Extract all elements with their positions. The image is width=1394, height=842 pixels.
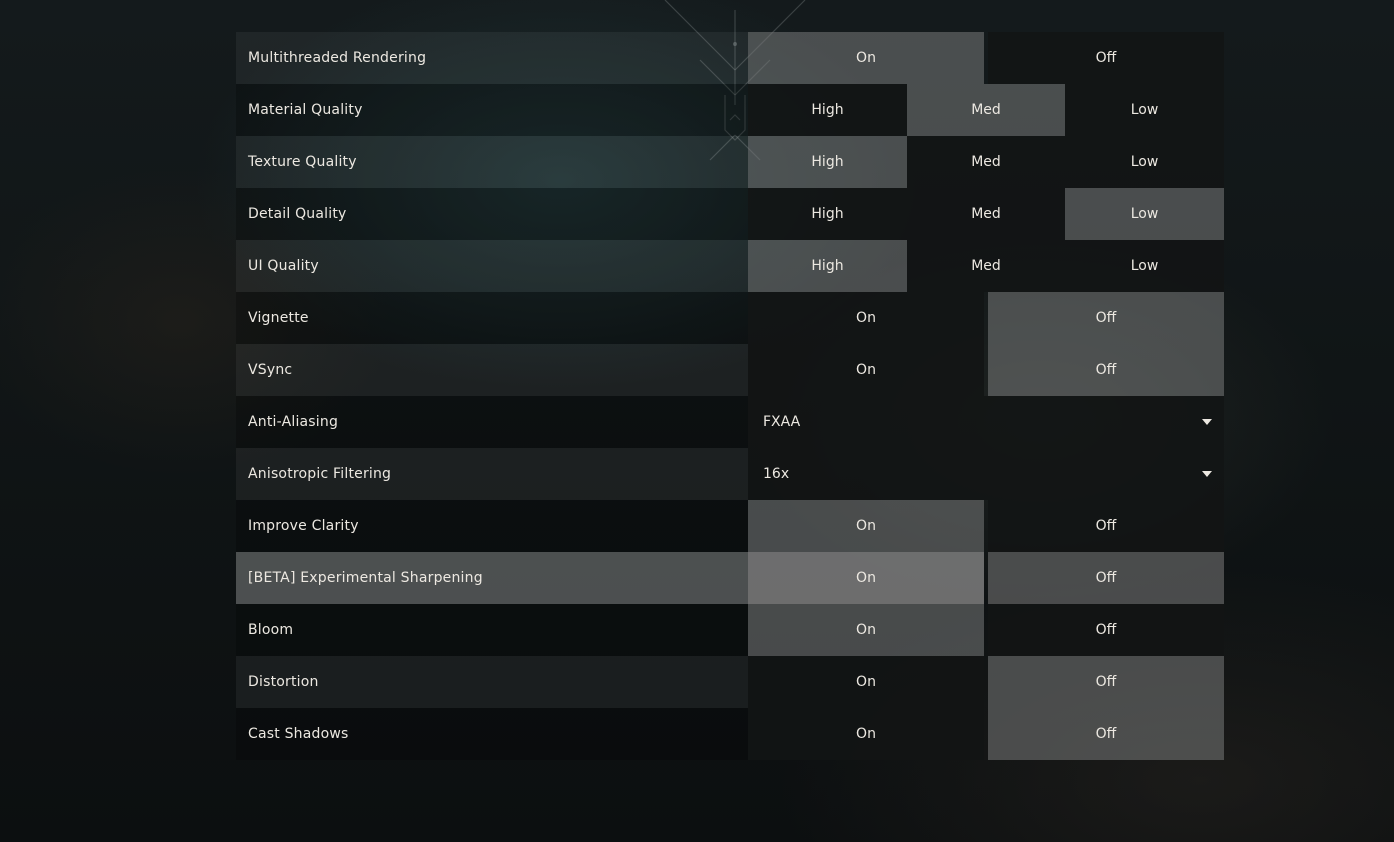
setting-label: Texture Quality [236,136,748,188]
anisotropic-filtering-dropdown[interactable]: 16x [748,448,1224,500]
setting-label: Detail Quality [236,188,748,240]
option-high[interactable]: High [748,240,907,292]
option-off[interactable]: Off [988,604,1224,656]
setting-label: Distortion [236,656,748,708]
option-off[interactable]: Off [988,500,1224,552]
setting-label: [BETA] Experimental Sharpening [236,552,748,604]
option-off[interactable]: Off [988,344,1224,396]
setting-row-material-quality: Material Quality High Med Low [236,84,1224,136]
option-on[interactable]: On [748,32,984,84]
quality-selector: High Med Low [748,136,1224,188]
setting-label: Improve Clarity [236,500,748,552]
dropdown-value: 16x [763,466,790,482]
quality-selector: High Med Low [748,240,1224,292]
chevron-down-icon [1202,471,1212,477]
option-high[interactable]: High [748,136,907,188]
setting-row-vignette: Vignette On Off [236,292,1224,344]
dropdown-value: FXAA [763,414,801,430]
option-on[interactable]: On [748,656,984,708]
quality-selector: High Med Low [748,84,1224,136]
option-med[interactable]: Med [907,240,1065,292]
setting-label: Multithreaded Rendering [236,32,748,84]
option-on[interactable]: On [748,552,984,604]
setting-row-anti-aliasing: Anti-Aliasing FXAA [236,396,1224,448]
option-off[interactable]: Off [988,656,1224,708]
setting-label: Anisotropic Filtering [236,448,748,500]
option-on[interactable]: On [748,344,984,396]
option-off[interactable]: Off [988,292,1224,344]
option-med[interactable]: Med [907,84,1065,136]
toggle-group: On Off [748,708,1224,760]
anti-aliasing-dropdown[interactable]: FXAA [748,396,1224,448]
toggle-group: On Off [748,32,1224,84]
video-settings-list: Multithreaded Rendering On Off Material … [236,32,1224,760]
option-on[interactable]: On [748,500,984,552]
setting-row-anisotropic-filtering: Anisotropic Filtering 16x [236,448,1224,500]
toggle-group: On Off [748,344,1224,396]
option-low[interactable]: Low [1065,136,1224,188]
setting-label: Vignette [236,292,748,344]
toggle-group: On Off [748,604,1224,656]
option-med[interactable]: Med [907,136,1065,188]
setting-label: UI Quality [236,240,748,292]
chevron-down-icon [1202,419,1212,425]
option-low[interactable]: Low [1065,188,1224,240]
toggle-group: On Off [748,292,1224,344]
setting-row-experimental-sharpening: [BETA] Experimental Sharpening On Off [236,552,1224,604]
setting-label: Bloom [236,604,748,656]
option-off[interactable]: Off [988,32,1224,84]
toggle-group: On Off [748,552,1224,604]
setting-row-improve-clarity: Improve Clarity On Off [236,500,1224,552]
option-off[interactable]: Off [988,552,1224,604]
setting-row-vsync: VSync On Off [236,344,1224,396]
option-on[interactable]: On [748,292,984,344]
setting-row-multithreaded-rendering: Multithreaded Rendering On Off [236,32,1224,84]
setting-row-distortion: Distortion On Off [236,656,1224,708]
option-off[interactable]: Off [988,708,1224,760]
option-high[interactable]: High [748,188,907,240]
toggle-group: On Off [748,500,1224,552]
setting-label: Anti-Aliasing [236,396,748,448]
quality-selector: High Med Low [748,188,1224,240]
option-high[interactable]: High [748,84,907,136]
dropdown-control: 16x [748,448,1224,500]
setting-row-detail-quality: Detail Quality High Med Low [236,188,1224,240]
setting-row-texture-quality: Texture Quality High Med Low [236,136,1224,188]
setting-label: Material Quality [236,84,748,136]
option-med[interactable]: Med [907,188,1065,240]
option-low[interactable]: Low [1065,240,1224,292]
setting-label: Cast Shadows [236,708,748,760]
setting-label: VSync [236,344,748,396]
option-on[interactable]: On [748,708,984,760]
setting-row-bloom: Bloom On Off [236,604,1224,656]
setting-row-ui-quality: UI Quality High Med Low [236,240,1224,292]
setting-row-cast-shadows: Cast Shadows On Off [236,708,1224,760]
option-low[interactable]: Low [1065,84,1224,136]
option-on[interactable]: On [748,604,984,656]
toggle-group: On Off [748,656,1224,708]
dropdown-control: FXAA [748,396,1224,448]
